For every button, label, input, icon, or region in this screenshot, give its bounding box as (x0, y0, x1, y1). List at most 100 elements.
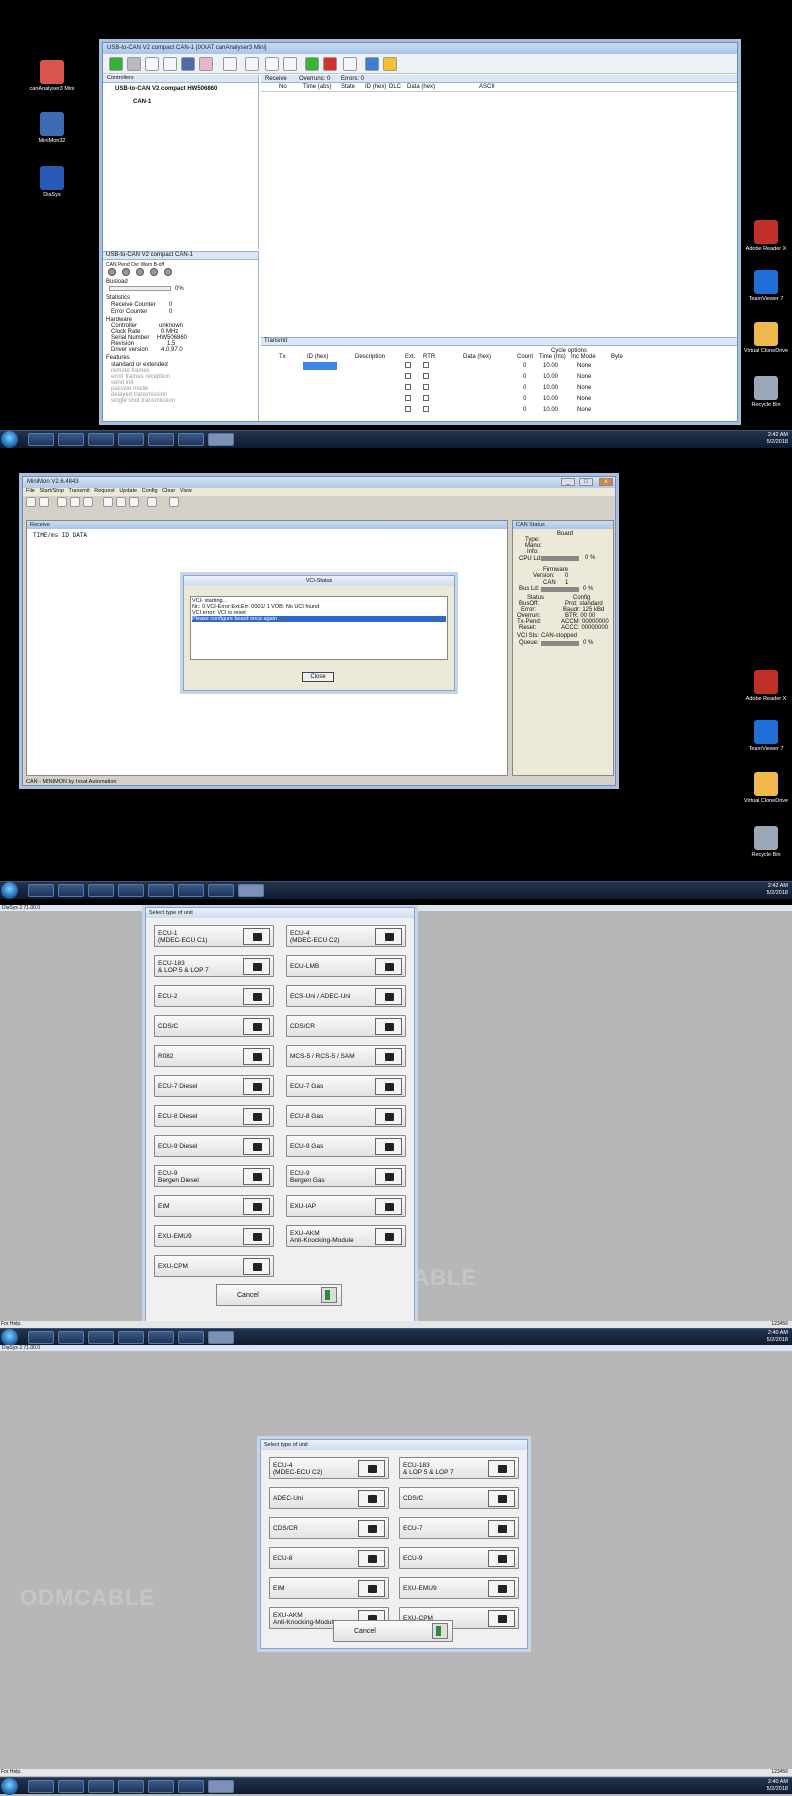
unit-button[interactable]: EXU-AKM Anti-Knocking-Module (286, 1225, 406, 1247)
tool-icon[interactable] (103, 497, 113, 507)
desktop-icon-minimon[interactable]: MiniMon32 (22, 112, 82, 144)
tool-icon[interactable] (116, 497, 126, 507)
taskbar-app2[interactable] (178, 884, 204, 897)
rtr-checkbox[interactable] (423, 406, 429, 412)
menu-config[interactable]: Config (142, 488, 158, 494)
document-icon[interactable] (343, 57, 357, 71)
start-button[interactable] (1, 431, 18, 448)
window-titlebar[interactable]: MiniMon V2.6.4843 _ □ x (23, 477, 615, 488)
taskbar-teamviewer[interactable] (118, 1331, 144, 1344)
disconnect-icon[interactable] (127, 57, 141, 71)
taskbar-app2[interactable] (178, 1331, 204, 1344)
network2-icon[interactable] (283, 57, 297, 71)
unit-button[interactable]: ECU-LMB (286, 955, 406, 977)
forward-icon[interactable] (305, 57, 319, 71)
rtr-checkbox[interactable] (423, 395, 429, 401)
desktop-icon-clonedrive[interactable]: Virtual CloneDrive (740, 322, 792, 354)
tx-id-selected[interactable] (303, 362, 337, 370)
tx-col-ext[interactable]: Ext. (405, 354, 415, 360)
start-button[interactable] (1, 882, 18, 899)
taskbar-diasys[interactable] (208, 1331, 234, 1344)
arrow-icon[interactable] (223, 57, 237, 71)
vci-line-selected[interactable]: Please configure board once again (192, 616, 446, 622)
rtr-checkbox[interactable] (423, 362, 429, 368)
taskbar-minimon[interactable] (238, 884, 264, 897)
receive-titlebar[interactable]: Receive (27, 521, 507, 529)
clock[interactable]: 2:42 AM 5/2/2018 (767, 432, 788, 446)
taskbar-app2[interactable] (178, 433, 204, 446)
help-icon[interactable] (169, 497, 179, 507)
taskbar-media[interactable] (88, 1331, 114, 1344)
menu-clear[interactable]: Clear (162, 488, 175, 494)
tx-col-id[interactable]: ID (hex) (307, 354, 328, 360)
can-node[interactable]: CAN-1 (133, 99, 151, 105)
tool-icon[interactable] (57, 497, 67, 507)
start-button[interactable] (1, 1778, 18, 1795)
tx-col-time[interactable]: Time (ms) (539, 354, 566, 360)
cancel-button[interactable]: Cancel (333, 1620, 453, 1642)
desktop-icon-adobe[interactable]: Adobe Reader X (740, 670, 792, 702)
taskbar-explorer[interactable] (58, 884, 84, 897)
unit-button[interactable]: ADEC-Uni (269, 1487, 389, 1509)
open-icon[interactable] (39, 497, 49, 507)
desktop-icon-recycle[interactable]: Recycle Bin (740, 826, 792, 858)
diamond-icon[interactable] (365, 57, 379, 71)
unit-button[interactable]: ECU-7 Diesel (154, 1075, 274, 1097)
unit-button[interactable]: ECU-9 Bergen Diesel (154, 1165, 274, 1187)
desktop-icon-adobe[interactable]: Adobe Reader X (740, 220, 792, 252)
unit-button[interactable]: ECU-9 Diesel (154, 1135, 274, 1157)
unit-button[interactable]: ECU-7 Gas (286, 1075, 406, 1097)
unit-button[interactable]: ECU-9 Gas (286, 1135, 406, 1157)
taskbar-ie[interactable] (28, 884, 54, 897)
unit-button[interactable]: ECU-8 Gas (286, 1105, 406, 1127)
clock[interactable]: 2:40 AM 5/2/2018 (767, 1330, 788, 1344)
menu-request[interactable]: Request (94, 488, 115, 494)
col-no[interactable]: No (279, 84, 287, 90)
tool-icon[interactable] (129, 497, 139, 507)
col-time[interactable]: Time (abs) (303, 84, 331, 90)
unit-button[interactable]: ECU-183 & LOP 5 & LOP 7 (154, 955, 274, 977)
tool-icon[interactable] (147, 497, 157, 507)
tx-col-tx[interactable]: Tx (279, 354, 286, 360)
col-ascii[interactable]: ASCII (479, 84, 495, 90)
start-button[interactable] (1, 1329, 18, 1345)
desktop-icon-teamviewer[interactable]: TeamViewer 7 (740, 720, 792, 752)
filter-icon[interactable] (163, 57, 177, 71)
unit-button[interactable]: CDS/C (154, 1015, 274, 1037)
settings-icon[interactable] (145, 57, 159, 71)
clock[interactable]: 2:42 AM 5/2/2018 (767, 883, 788, 897)
taskbar-ie[interactable] (28, 1780, 54, 1793)
taskbar-teamviewer[interactable] (118, 1780, 144, 1793)
cancel-button[interactable]: Cancel (216, 1284, 342, 1306)
taskbar-diasys[interactable] (208, 1780, 234, 1793)
unit-button[interactable]: ECU-9 (399, 1547, 519, 1569)
close-dialog-button[interactable]: Close (302, 672, 334, 682)
taskbar-app[interactable] (148, 1780, 174, 1793)
tx-col-count[interactable]: Count (517, 354, 533, 360)
tool-icon[interactable] (70, 497, 80, 507)
col-state[interactable]: State (341, 84, 355, 90)
unit-button[interactable]: ECU-183 & LOP 5 & LOP 7 (399, 1457, 519, 1479)
ext-checkbox[interactable] (405, 395, 411, 401)
minimize-button[interactable]: _ (561, 478, 575, 486)
menu-view[interactable]: View (180, 488, 192, 494)
window-titlebar[interactable]: USB-to-CAN V2 compact CAN-1 [IXXAT canAn… (103, 43, 737, 54)
unit-button[interactable]: ECU-9 Bergen Gas (286, 1165, 406, 1187)
erase-icon[interactable] (199, 57, 213, 71)
taskbar-canalyser[interactable] (208, 884, 234, 897)
taskbar-ie[interactable] (28, 433, 54, 446)
taskbar-media[interactable] (88, 1780, 114, 1793)
unit-button[interactable]: ECU-4 (MDEC-ECU C2) (286, 925, 406, 947)
taskbar-app[interactable] (148, 884, 174, 897)
taskbar-teamviewer[interactable] (118, 433, 144, 446)
unit-button[interactable]: ECU-8 Diesel (154, 1105, 274, 1127)
desktop-icon-clonedrive[interactable]: Virtual CloneDrive (740, 772, 792, 804)
desktop-icon-canalyser[interactable]: canAnalyser3 Mini (22, 60, 82, 92)
unit-button[interactable]: EXU-CPM (154, 1255, 274, 1277)
unit-button[interactable]: CDS/CR (286, 1015, 406, 1037)
tx-col-desc[interactable]: Description (355, 354, 385, 360)
taskbar-explorer[interactable] (58, 1331, 84, 1344)
tx-col-byte[interactable]: Byte (611, 354, 623, 360)
maximize-button[interactable]: □ (579, 478, 593, 486)
unit-button[interactable]: ECU-1 (MDEC-ECU C1) (154, 925, 274, 947)
